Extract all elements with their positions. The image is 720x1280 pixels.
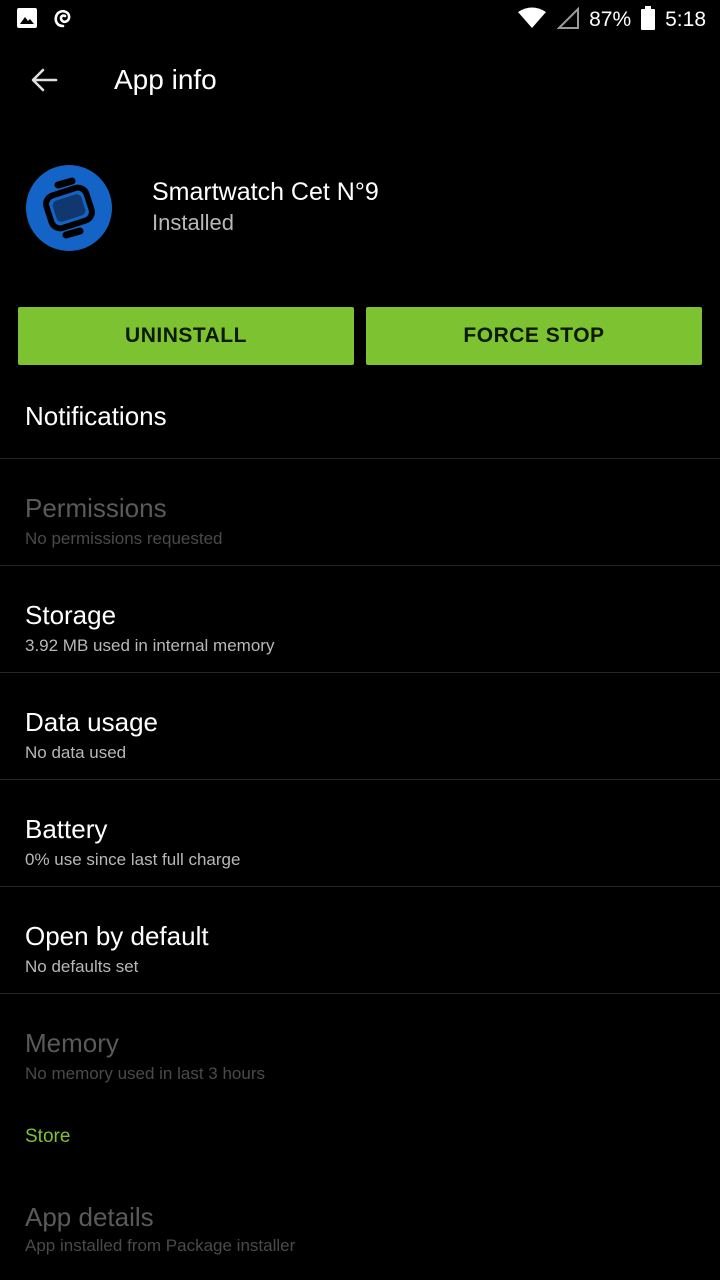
app-header: Smartwatch Cet N°9 Installed <box>0 160 720 260</box>
arrow-back-icon <box>30 66 58 99</box>
section-header-store: Store <box>25 1126 71 1147</box>
list-item-battery[interactable]: Battery 0% use since last full charge <box>0 780 720 887</box>
list-item-data-usage[interactable]: Data usage No data used <box>0 673 720 780</box>
app-install-status: Installed <box>152 210 234 235</box>
signal-icon <box>556 6 580 34</box>
battery-percent: 87% <box>589 8 632 31</box>
item-title: Open by default <box>25 921 209 951</box>
item-title: Data usage <box>25 707 158 737</box>
item-title: Notifications <box>25 401 167 431</box>
action-buttons: UNINSTALL FORCE STOP <box>18 307 702 365</box>
settings-list: Notifications Permissions No permissions… <box>0 365 720 1101</box>
battery-icon <box>641 5 656 35</box>
item-subtitle: No data used <box>25 743 127 762</box>
app-bar: App info <box>0 42 720 122</box>
item-title: Memory <box>25 1028 119 1058</box>
item-subtitle: 3.92 MB used in internal memory <box>25 636 275 655</box>
status-bar: 87% 5:18 <box>0 0 720 40</box>
page-title: App info <box>114 64 217 95</box>
item-title: Battery <box>25 814 108 844</box>
back-button[interactable] <box>26 64 62 100</box>
wifi-icon <box>517 7 547 34</box>
list-item-memory[interactable]: Memory No memory used in last 3 hours <box>0 994 720 1101</box>
item-title: App details <box>25 1202 154 1232</box>
item-title: Storage <box>25 600 117 630</box>
clock: 5:18 <box>665 8 706 31</box>
item-subtitle: No defaults set <box>25 957 139 976</box>
item-subtitle: App installed from Package installer <box>25 1236 296 1255</box>
sync-spiral-icon <box>52 6 74 35</box>
app-name: Smartwatch Cet N°9 <box>152 178 379 206</box>
image-icon <box>16 7 38 34</box>
item-subtitle: No memory used in last 3 hours <box>25 1064 265 1083</box>
list-item-storage[interactable]: Storage 3.92 MB used in internal memory <box>0 566 720 673</box>
list-item-notifications[interactable]: Notifications <box>0 365 720 459</box>
smartwatch-icon <box>26 165 112 251</box>
list-item-permissions[interactable]: Permissions No permissions requested <box>0 459 720 566</box>
force-stop-button[interactable]: FORCE STOP <box>366 307 702 365</box>
list-item-app-details[interactable]: App details App installed from Package i… <box>0 1180 720 1280</box>
item-title: Permissions <box>25 493 167 523</box>
list-item-open-by-default[interactable]: Open by default No defaults set <box>0 887 720 994</box>
uninstall-button[interactable]: UNINSTALL <box>18 307 354 365</box>
item-subtitle: 0% use since last full charge <box>25 850 241 869</box>
item-subtitle: No permissions requested <box>25 529 223 548</box>
